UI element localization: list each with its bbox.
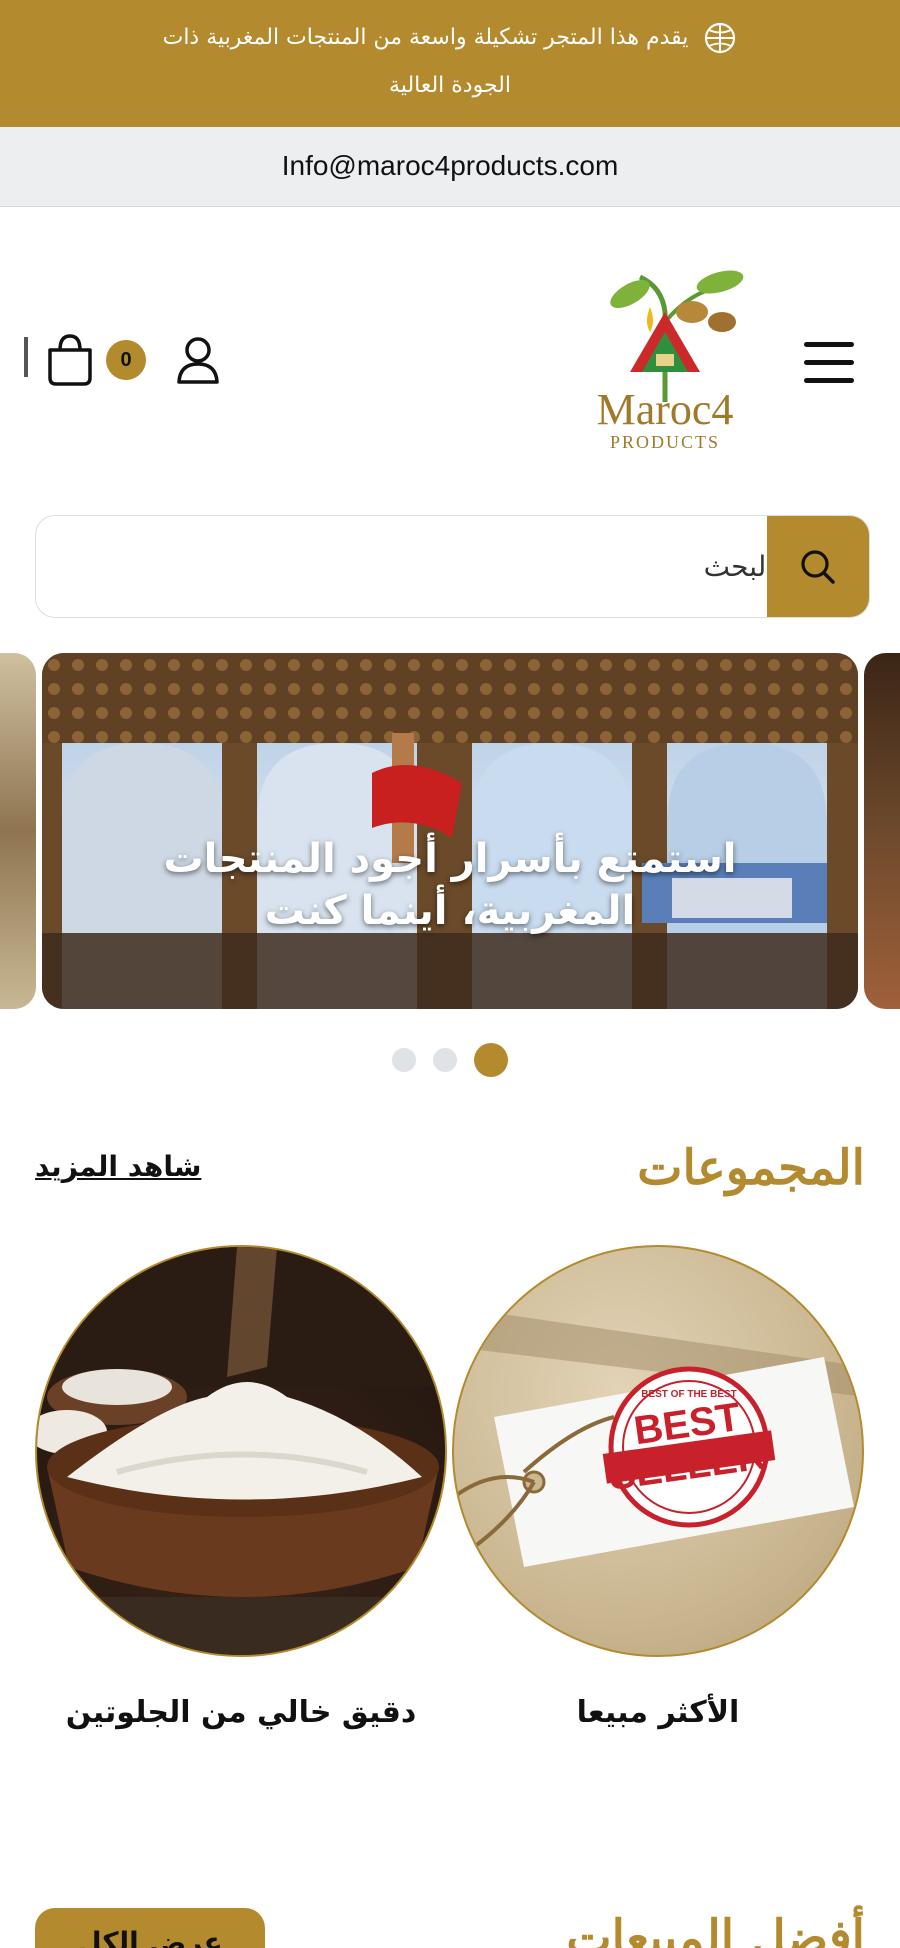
search-input[interactable]	[56, 516, 786, 617]
collection-label[interactable]: دقيق خالي من الجلوتين	[35, 1695, 447, 1730]
announcement-content: يقدم هذا المتجر تشكيلة واسعة من المنتجات…	[140, 14, 760, 110]
best-sellers-title: أفضل المبيعات	[566, 1910, 865, 1948]
contact-email-bar[interactable]: Info@maroc4products.com	[0, 127, 900, 207]
slider-pagination	[0, 1042, 900, 1078]
header-divider	[24, 337, 28, 377]
menu-icon	[804, 342, 854, 347]
search-button[interactable]	[767, 516, 869, 617]
slide-next[interactable]	[864, 653, 900, 1009]
collections-title: المجموعات	[637, 1140, 865, 1196]
hero-slider[interactable]: استمتع بأسرار أجود المنتجات المغربية، أي…	[0, 653, 900, 1009]
account-button[interactable]	[174, 332, 222, 388]
globe-icon	[705, 22, 736, 54]
menu-icon-bar	[804, 378, 854, 383]
slider-dot-1[interactable]	[392, 1048, 416, 1072]
menu-icon-bar	[804, 360, 854, 365]
logo-subtitle: PRODUCTS	[610, 432, 720, 452]
slide-current[interactable]: استمتع بأسرار أجود المنتجات المغربية، أي…	[42, 653, 858, 1009]
slider-dot-2[interactable]	[433, 1048, 457, 1072]
slide-caption: استمتع بأسرار أجود المنتجات المغربية، أي…	[163, 836, 737, 934]
slide-previous[interactable]	[0, 653, 36, 1009]
cart-button[interactable]	[44, 332, 96, 388]
search-icon	[801, 549, 835, 584]
site-logo[interactable]: Maroc4 PRODUCTS	[570, 252, 760, 462]
search-bar	[35, 515, 870, 618]
cart-count-badge: 0	[106, 340, 146, 380]
see-more-link[interactable]: شاهد المزيد	[35, 1150, 201, 1183]
collection-image	[35, 1245, 447, 1657]
account-icon	[177, 337, 219, 384]
collection-image: BEST OF THE BEST BEST SELLER	[452, 1245, 864, 1657]
collection-label[interactable]: الأكثر مبيعا	[452, 1695, 864, 1730]
slider-dot-3-active[interactable]	[474, 1043, 508, 1077]
announcement-bar: يقدم هذا المتجر تشكيلة واسعة من المنتجات…	[0, 0, 900, 127]
cart-icon	[48, 334, 92, 386]
logo-name: Maroc4	[597, 385, 734, 434]
contact-email[interactable]: Info@maroc4products.com	[282, 150, 619, 181]
menu-button[interactable]	[800, 332, 860, 392]
slide-image	[42, 653, 858, 1009]
collection-card-best-seller[interactable]: BEST OF THE BEST BEST SELLER الأكثر مبيع…	[452, 1245, 864, 1730]
view-all-button[interactable]: عرض الكل	[35, 1908, 265, 1948]
announcement-text: يقدم هذا المتجر تشكيلة واسعة من المنتجات…	[162, 25, 689, 98]
collection-card-gluten-free[interactable]: دقيق خالي من الجلوتين	[35, 1245, 447, 1730]
site-header: Maroc4 PRODUCTS 0	[0, 207, 900, 507]
